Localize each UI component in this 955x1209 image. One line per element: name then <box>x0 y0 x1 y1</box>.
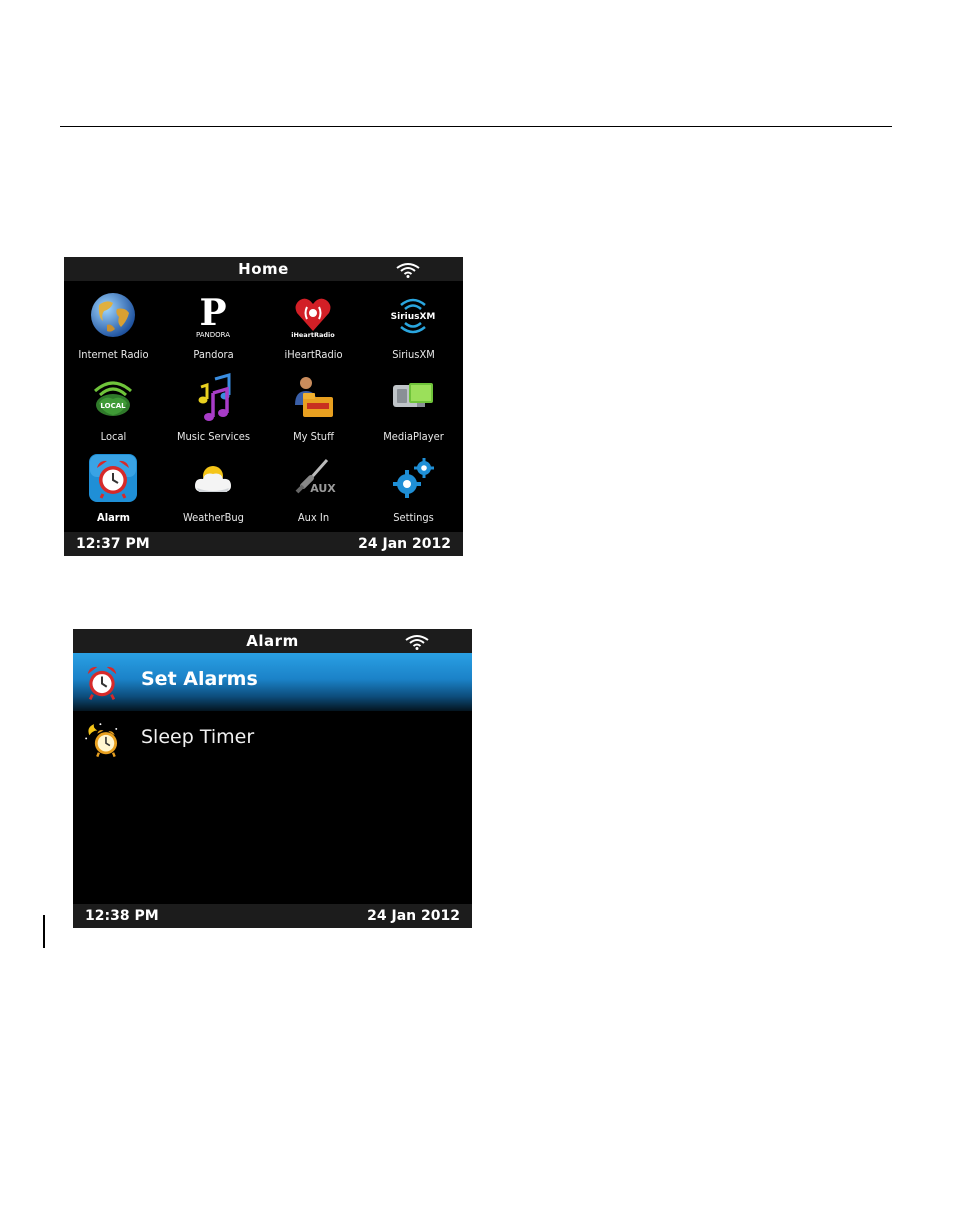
home-status-bar: 12:37 PM 24 Jan 2012 <box>64 532 463 556</box>
svg-text:iHeartRadio: iHeartRadio <box>291 331 335 339</box>
margin-change-bar <box>43 915 45 948</box>
weather-icon <box>195 466 231 492</box>
gears-icon <box>393 458 434 498</box>
home-title-bar: Home <box>64 257 463 281</box>
tile-local[interactable]: LOCAL Local <box>64 367 163 447</box>
tile-pandora[interactable]: P PANDORA Pandora <box>164 285 263 365</box>
clock-time: 12:38 PM <box>85 908 159 924</box>
menu-item-label: Sleep Timer <box>141 726 255 748</box>
tile-music-services[interactable]: Music Services <box>164 367 263 447</box>
tile-label: Pandora <box>193 348 234 361</box>
tile-label: SiriusXM <box>392 348 435 361</box>
wifi-icon <box>396 263 420 278</box>
tile-internet-radio[interactable]: Internet Radio <box>64 285 163 365</box>
aux-cable-icon: AUX <box>295 459 336 495</box>
tile-my-stuff[interactable]: My Stuff <box>264 367 363 447</box>
music-notes-icon <box>198 373 231 421</box>
alarm-status-bar: 12:38 PM 24 Jan 2012 <box>73 904 472 928</box>
svg-text:AUX: AUX <box>310 482 336 495</box>
globe-icon <box>91 293 135 337</box>
alarm-clock-icon <box>89 454 137 502</box>
tile-label: Aux In <box>297 511 330 524</box>
tile-alarm[interactable]: Alarm <box>64 448 163 528</box>
tile-aux-in[interactable]: AUX Aux In <box>264 448 363 528</box>
clock-time: 12:37 PM <box>76 536 150 552</box>
clock-date: 24 Jan 2012 <box>367 908 460 924</box>
clock-date: 24 Jan 2012 <box>358 536 451 552</box>
tile-label: MediaPlayer <box>383 430 444 443</box>
tile-label: Internet Radio <box>78 348 149 361</box>
tile-siriusxm[interactable]: SiriusXM SiriusXM <box>364 285 463 365</box>
svg-text:P: P <box>199 292 226 334</box>
media-player-icon <box>393 383 433 407</box>
tile-settings[interactable]: Settings <box>364 448 463 528</box>
tile-label: Local <box>100 430 127 443</box>
tile-label: Settings <box>393 511 434 524</box>
tile-media-player[interactable]: MediaPlayer <box>364 367 463 447</box>
tile-weatherbug[interactable]: WeatherBug <box>164 448 263 528</box>
wifi-icon <box>405 635 429 650</box>
menu-item-set-alarms[interactable]: Set Alarms <box>73 653 472 711</box>
svg-text:LOCAL: LOCAL <box>100 402 126 410</box>
tile-label: iHeartRadio <box>284 348 343 361</box>
alarm-title: Alarm <box>246 632 299 650</box>
tile-label: My Stuff <box>293 430 334 443</box>
home-screen: Home Internet Radio P PANDORA Pandora iH… <box>64 257 463 556</box>
iheartradio-icon: iHeartRadio <box>291 298 335 339</box>
tile-label: WeatherBug <box>183 511 244 524</box>
alarm-clock-icon <box>87 666 117 701</box>
menu-item-label: Set Alarms <box>141 668 258 690</box>
menu-item-sleep-timer[interactable]: Sleep Timer <box>73 711 472 769</box>
pandora-icon: P PANDORA <box>196 292 230 339</box>
sleep-timer-icon <box>85 723 118 758</box>
home-app-grid: Internet Radio P PANDORA Pandora iHeartR… <box>64 285 463 530</box>
tile-iheartradio[interactable]: iHeartRadio iHeartRadio <box>264 285 363 365</box>
svg-text:PANDORA: PANDORA <box>196 331 230 339</box>
tile-label: Music Services <box>176 430 251 443</box>
alarm-screen: Alarm Set Alarms Sleep Timer 12:38 PM 24… <box>73 629 472 928</box>
tile-label: Alarm <box>97 511 130 524</box>
page-divider-line <box>60 126 892 127</box>
svg-text:SiriusXM: SiriusXM <box>391 312 436 322</box>
home-title: Home <box>238 260 289 278</box>
alarm-title-bar: Alarm <box>73 629 472 653</box>
siriusxm-icon: SiriusXM <box>391 298 436 334</box>
local-icon: LOCAL <box>94 381 132 416</box>
my-stuff-icon <box>295 377 333 417</box>
